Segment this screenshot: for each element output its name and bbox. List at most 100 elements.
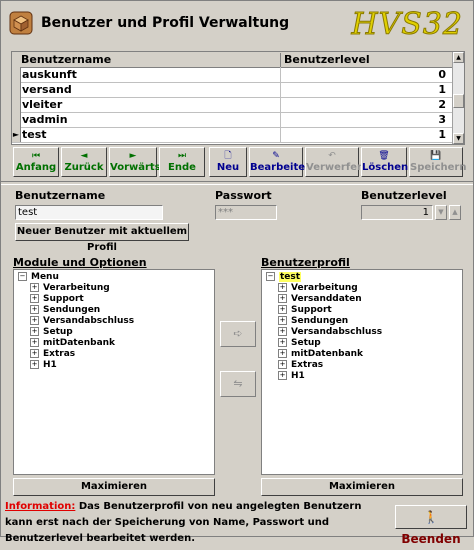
expand-icon[interactable]: +: [278, 360, 287, 369]
expand-icon[interactable]: +: [278, 371, 287, 380]
collapse-icon[interactable]: −: [18, 272, 27, 281]
tree-item[interactable]: + H1: [278, 371, 305, 381]
tree-item[interactable]: + Versandabschluss: [278, 327, 382, 337]
tree-root-menu[interactable]: − Menu: [18, 272, 59, 282]
add-to-profile-icon[interactable]: ➪: [220, 321, 256, 347]
tree-item[interactable]: + mitDatenbank: [278, 349, 363, 359]
row-level: 1: [280, 127, 450, 142]
expand-icon[interactable]: +: [278, 283, 287, 292]
tree-item[interactable]: + Setup: [278, 338, 321, 348]
title-bar: Benutzer und Profil Verwaltung HVS32: [1, 1, 473, 47]
edit-button[interactable]: ✎ Bearbeiten: [249, 147, 312, 177]
info-label: Information:: [5, 501, 76, 512]
new-document-icon: 🗋: [224, 151, 232, 161]
collapse-icon[interactable]: −: [266, 272, 275, 281]
discard-button[interactable]: ↶ Verwerfen: [305, 147, 364, 177]
new-user-with-profile-button[interactable]: Neuer Benutzer mit aktuellem Profil: [15, 223, 189, 253]
current-row-indicator-icon: ►: [12, 127, 21, 142]
tree-item[interactable]: + Verarbeitung: [30, 283, 110, 293]
expand-icon[interactable]: +: [30, 327, 39, 336]
profile-title: Benutzerprofil: [261, 256, 350, 269]
tree-item[interactable]: + Setup: [30, 327, 73, 337]
table-row[interactable]: vleiter 2: [12, 97, 454, 113]
column-header-username[interactable]: Benutzername: [21, 53, 279, 66]
row-level: 0: [280, 67, 450, 82]
trash-icon: 🗑: [378, 151, 390, 161]
expand-icon[interactable]: +: [30, 349, 39, 358]
expand-icon[interactable]: +: [30, 338, 39, 347]
next-record-button[interactable]: ► Vorwärts: [109, 147, 161, 177]
expand-icon[interactable]: +: [278, 338, 287, 347]
tree-item[interactable]: + Extras: [30, 349, 75, 359]
modules-tree[interactable]: − Menu + Verarbeitung + Support + Sendungen …: [13, 269, 215, 475]
expand-icon[interactable]: +: [30, 360, 39, 369]
new-button[interactable]: 🗋 Neu: [209, 147, 247, 177]
undo-icon: ↶: [328, 151, 336, 161]
expand-icon[interactable]: +: [30, 294, 39, 303]
row-indicator: [12, 82, 21, 97]
level-field[interactable]: 1: [361, 205, 433, 220]
level-label: Benutzerlevel: [361, 189, 447, 202]
tree-item[interactable]: + Sendungen: [278, 316, 348, 326]
table-row-selected[interactable]: ► test 1: [12, 127, 454, 143]
column-header-level[interactable]: Benutzerlevel: [280, 53, 370, 67]
previous-record-button[interactable]: ◄ Zurück: [61, 147, 107, 177]
user-grid[interactable]: Benutzername Benutzerlevel auskunft 0 ve…: [11, 51, 465, 145]
tree-item[interactable]: + Versandabschluss: [30, 316, 134, 326]
last-record-button[interactable]: ⏭ Ende: [159, 147, 205, 177]
table-row[interactable]: vadmin 3: [12, 112, 454, 128]
tree-item[interactable]: + Support: [278, 305, 332, 315]
row-level: 1: [280, 82, 450, 97]
tree-item[interactable]: + mitDatenbank: [30, 338, 115, 348]
row-level: 3: [280, 112, 450, 127]
table-row[interactable]: auskunft 0: [12, 67, 454, 83]
password-field[interactable]: ***: [215, 205, 277, 220]
scroll-thumb[interactable]: [453, 94, 464, 108]
window-title: Benutzer und Profil Verwaltung: [41, 15, 290, 31]
profile-maximize-button[interactable]: Maximieren: [261, 478, 463, 496]
first-icon: ⏮: [31, 151, 41, 161]
table-row[interactable]: versand 1: [12, 82, 454, 98]
expand-icon[interactable]: +: [278, 305, 287, 314]
scroll-up-icon[interactable]: ▲: [453, 52, 464, 63]
row-username: test: [22, 128, 47, 141]
profile-tree[interactable]: − test + Verarbeitung + Versanddaten + Suppo…: [261, 269, 463, 475]
expand-icon[interactable]: +: [30, 316, 39, 325]
previous-icon: ◄: [80, 151, 88, 161]
info-message: Information: Das Benutzerprofil von neu …: [5, 499, 391, 544]
floppy-disk-icon: 💾: [430, 151, 442, 161]
row-indicator: [12, 112, 21, 127]
delete-button[interactable]: 🗑 Löschen: [361, 147, 408, 177]
quit-button[interactable]: 🚶 Beenden: [395, 505, 467, 546]
row-username: vadmin: [22, 113, 68, 126]
remove-from-profile-icon[interactable]: ⇋: [220, 371, 256, 397]
tree-item[interactable]: + Extras: [278, 360, 323, 370]
expand-icon[interactable]: +: [278, 349, 287, 358]
grid-scrollbar[interactable]: ▲ ▼: [452, 52, 464, 144]
username-field[interactable]: test: [15, 205, 163, 220]
first-record-button[interactable]: ⏮ Anfang: [13, 147, 59, 177]
expand-icon[interactable]: +: [278, 294, 287, 303]
expand-icon[interactable]: +: [278, 316, 287, 325]
expand-icon[interactable]: +: [30, 283, 39, 292]
navigation-toolbar: ⏮ Anfang ◄ Zurück ► Vorwärts ⏭ Ende 🗋 Ne…: [11, 147, 466, 179]
tree-item[interactable]: + Support: [30, 294, 84, 304]
brand-logo: HVS32: [351, 7, 463, 43]
expand-icon[interactable]: +: [278, 327, 287, 336]
tree-item[interactable]: + H1: [30, 360, 57, 370]
tree-item[interactable]: + Versanddaten: [278, 294, 362, 304]
edit-icon: ✎: [272, 151, 280, 161]
tree-item[interactable]: + Verarbeitung: [278, 283, 358, 293]
grid-header: Benutzername Benutzerlevel: [12, 52, 454, 68]
level-down-icon[interactable]: ▼: [435, 205, 447, 220]
modules-title: Module und Optionen: [13, 256, 147, 269]
expand-icon[interactable]: +: [30, 305, 39, 314]
row-indicator: [12, 67, 21, 82]
tree-root-profile[interactable]: − test: [266, 272, 302, 282]
username-label: Benutzername: [15, 189, 106, 202]
scroll-down-icon[interactable]: ▼: [453, 133, 464, 144]
modules-maximize-button[interactable]: Maximieren: [13, 478, 215, 496]
save-button[interactable]: 💾 Speichern: [409, 147, 466, 177]
tree-item[interactable]: + Sendungen: [30, 305, 100, 315]
level-up-icon[interactable]: ▲: [449, 205, 461, 220]
